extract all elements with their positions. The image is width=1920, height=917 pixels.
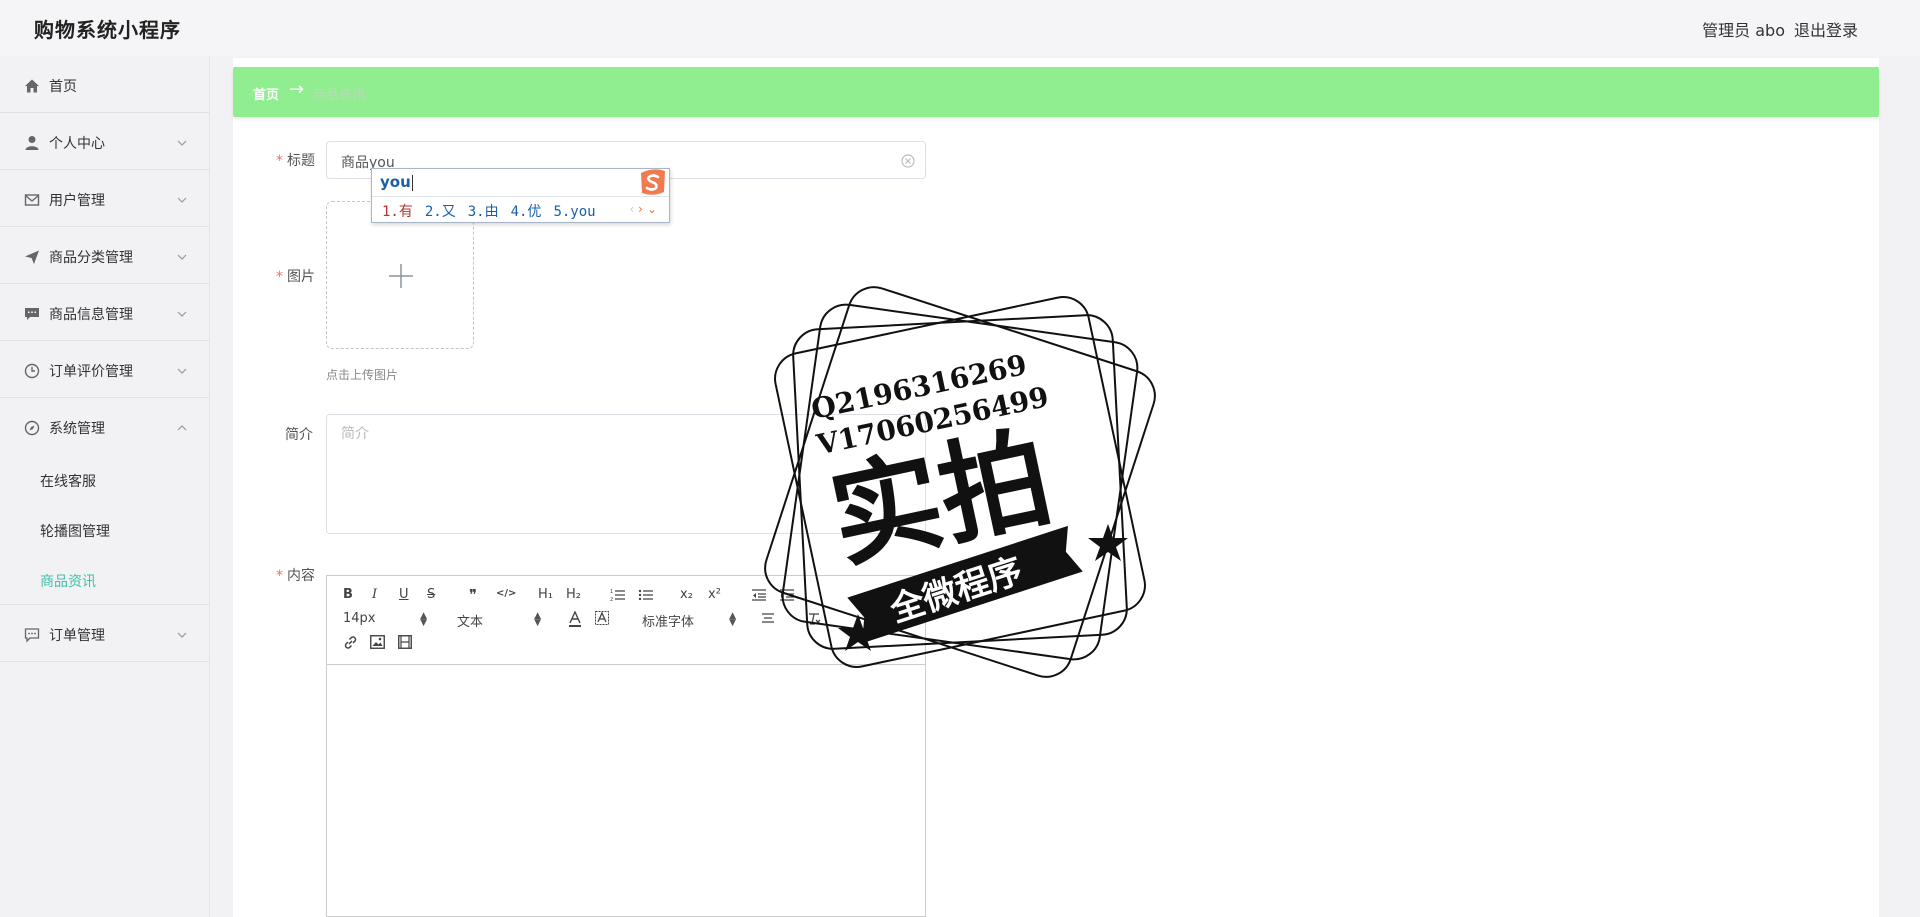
- sidebar-item-label: 商品信息管理: [49, 307, 133, 323]
- ime-caret: [412, 175, 413, 191]
- ime-candidate[interactable]: 5.you: [553, 204, 595, 220]
- chevron-down-icon: [177, 140, 187, 146]
- home-icon: [25, 79, 39, 93]
- sidebar-item-home[interactable]: 首页: [0, 56, 209, 113]
- bullet-list-icon[interactable]: [638, 588, 654, 602]
- sidebar-item-label: 个人中心: [49, 136, 105, 152]
- quote-button[interactable]: ❞: [469, 586, 477, 604]
- sidebar-subitem-label: 轮播图管理: [40, 524, 110, 540]
- sidebar-item-label: 订单管理: [49, 628, 105, 644]
- upload-tip: 点击上传图片: [326, 368, 399, 382]
- sidebar-subitem-label: 商品资讯: [40, 574, 96, 590]
- breadcrumb: 首页 → 商品资讯: [233, 67, 1879, 117]
- sidebar-item-user-management[interactable]: 用户管理: [0, 170, 209, 227]
- chevron-up-icon: [177, 425, 187, 431]
- admin-name: 管理员 abo: [1702, 21, 1785, 40]
- sidebar-subitem-carousel[interactable]: 轮播图管理: [0, 505, 209, 555]
- sidebar-item-order-management[interactable]: 订单管理: [0, 605, 209, 662]
- sidebar-subitem-label: 在线客服: [40, 474, 96, 490]
- chevron-down-icon: [177, 632, 187, 638]
- image-label: * 图片: [276, 269, 315, 285]
- image-icon[interactable]: [370, 635, 385, 649]
- sidebar-item-system-management[interactable]: 系统管理: [0, 398, 209, 455]
- title-label: * 标题: [276, 153, 315, 169]
- background-color-icon[interactable]: [595, 611, 609, 627]
- sidebar-item-label: 首页: [49, 79, 77, 95]
- sidebar-item-category-management[interactable]: 商品分类管理: [0, 227, 209, 284]
- message-icon: [24, 628, 40, 643]
- clock-icon: [24, 363, 40, 379]
- user-icon: [25, 136, 39, 150]
- font-color-icon[interactable]: [568, 611, 582, 627]
- editor-toolbar: B I U S ❞ </> H₁ H₂ 12 x₂ x² 14px ▲ ▼ 文本 …: [327, 576, 925, 665]
- font-size-select[interactable]: 14px ▲ ▼: [343, 611, 427, 628]
- app-title: 购物系统小程序: [34, 18, 181, 42]
- chevron-down-icon: [177, 254, 187, 260]
- sidebar-item-personal-center[interactable]: 个人中心: [0, 113, 209, 170]
- chevron-down-icon: [177, 368, 187, 374]
- plus-icon: [389, 264, 413, 288]
- select-caret-icon: ▲ ▼: [729, 611, 736, 628]
- font-family-select[interactable]: 标准字体 ▲ ▼: [642, 611, 736, 631]
- content-label: * 内容: [276, 568, 315, 584]
- italic-button[interactable]: I: [372, 587, 377, 602]
- top-bar: 购物系统小程序 管理员 abo 退出登录: [0, 0, 1920, 56]
- bold-button[interactable]: B: [343, 587, 353, 602]
- breadcrumb-home-link[interactable]: 首页: [253, 84, 279, 103]
- logout-link[interactable]: 退出登录: [1794, 17, 1858, 41]
- sidebar-item-product-management[interactable]: 商品信息管理: [0, 284, 209, 341]
- sidebar-item-label: 订单评价管理: [49, 364, 133, 380]
- ime-candidate[interactable]: 2.又: [425, 204, 456, 220]
- strike-button[interactable]: S: [427, 587, 435, 602]
- intro-placeholder: 简介: [341, 426, 369, 442]
- ime-candidate[interactable]: 1.有: [382, 204, 413, 220]
- subscript-button[interactable]: x₂: [680, 587, 693, 602]
- underline-button[interactable]: U: [399, 587, 409, 602]
- sidebar-subitem-product-news[interactable]: 商品资讯: [0, 555, 209, 605]
- send-icon: [25, 250, 39, 264]
- h2-button[interactable]: H₂: [566, 587, 581, 602]
- compass-icon: [24, 420, 40, 436]
- code-button[interactable]: </>: [496, 588, 516, 599]
- h1-button[interactable]: H₁: [538, 587, 553, 602]
- indent-icon[interactable]: [779, 588, 795, 602]
- sidebar-item-review-management[interactable]: 订单评价管理: [0, 341, 209, 398]
- select-caret-icon: ▲ ▼: [534, 611, 541, 628]
- clear-icon[interactable]: [901, 154, 915, 168]
- sidebar: 首页 个人中心 用户管理 商品分类管理 商品信息管理 订单评价管理 系统管理 在…: [0, 56, 210, 917]
- sidebar-item-label: 系统管理: [49, 421, 105, 437]
- ime-candidate-popup: you 1.有 2.又 3.由 4.优 5.you ‹›⌄: [371, 168, 670, 223]
- rich-text-editor: B I U S ❞ </> H₁ H₂ 12 x₂ x² 14px ▲ ▼ 文本 …: [326, 575, 926, 917]
- align-icon[interactable]: [761, 613, 775, 625]
- superscript-button[interactable]: x²: [708, 587, 721, 602]
- ime-composition: you: [380, 173, 411, 191]
- block-format-select[interactable]: 文本 ▲ ▼: [457, 611, 541, 631]
- sogou-logo-icon: [641, 169, 665, 195]
- chevron-down-icon: [177, 197, 187, 203]
- ime-divider: [372, 196, 669, 197]
- chevron-down-icon: [177, 311, 187, 317]
- link-icon[interactable]: [343, 635, 358, 650]
- outdent-icon[interactable]: [751, 588, 767, 602]
- clear-format-icon[interactable]: [807, 612, 821, 626]
- svg-text:1: 1: [610, 589, 613, 595]
- ordered-list-icon[interactable]: 12: [610, 588, 626, 602]
- video-icon[interactable]: [398, 635, 412, 649]
- sidebar-subitem-online-service[interactable]: 在线客服: [0, 455, 209, 505]
- ime-page-nav-icon[interactable]: ‹›⌄: [629, 202, 661, 216]
- ime-candidates: 1.有 2.又 3.由 4.优 5.you: [382, 201, 608, 221]
- ime-candidate[interactable]: 3.由: [468, 204, 499, 220]
- image-upload-button[interactable]: [326, 201, 474, 349]
- intro-label: 简介: [285, 427, 313, 443]
- mail-icon: [24, 194, 40, 206]
- intro-textarea[interactable]: 简介: [326, 414, 926, 534]
- breadcrumb-current: 商品资讯: [313, 88, 366, 103]
- select-caret-icon: ▲ ▼: [420, 611, 427, 628]
- breadcrumb-arrow-icon: →: [289, 79, 305, 100]
- ime-candidate[interactable]: 4.优: [511, 204, 542, 220]
- sidebar-item-label: 商品分类管理: [49, 250, 133, 266]
- chat-icon: [25, 308, 39, 320]
- sidebar-item-label: 用户管理: [49, 193, 105, 209]
- svg-text:2: 2: [610, 597, 613, 602]
